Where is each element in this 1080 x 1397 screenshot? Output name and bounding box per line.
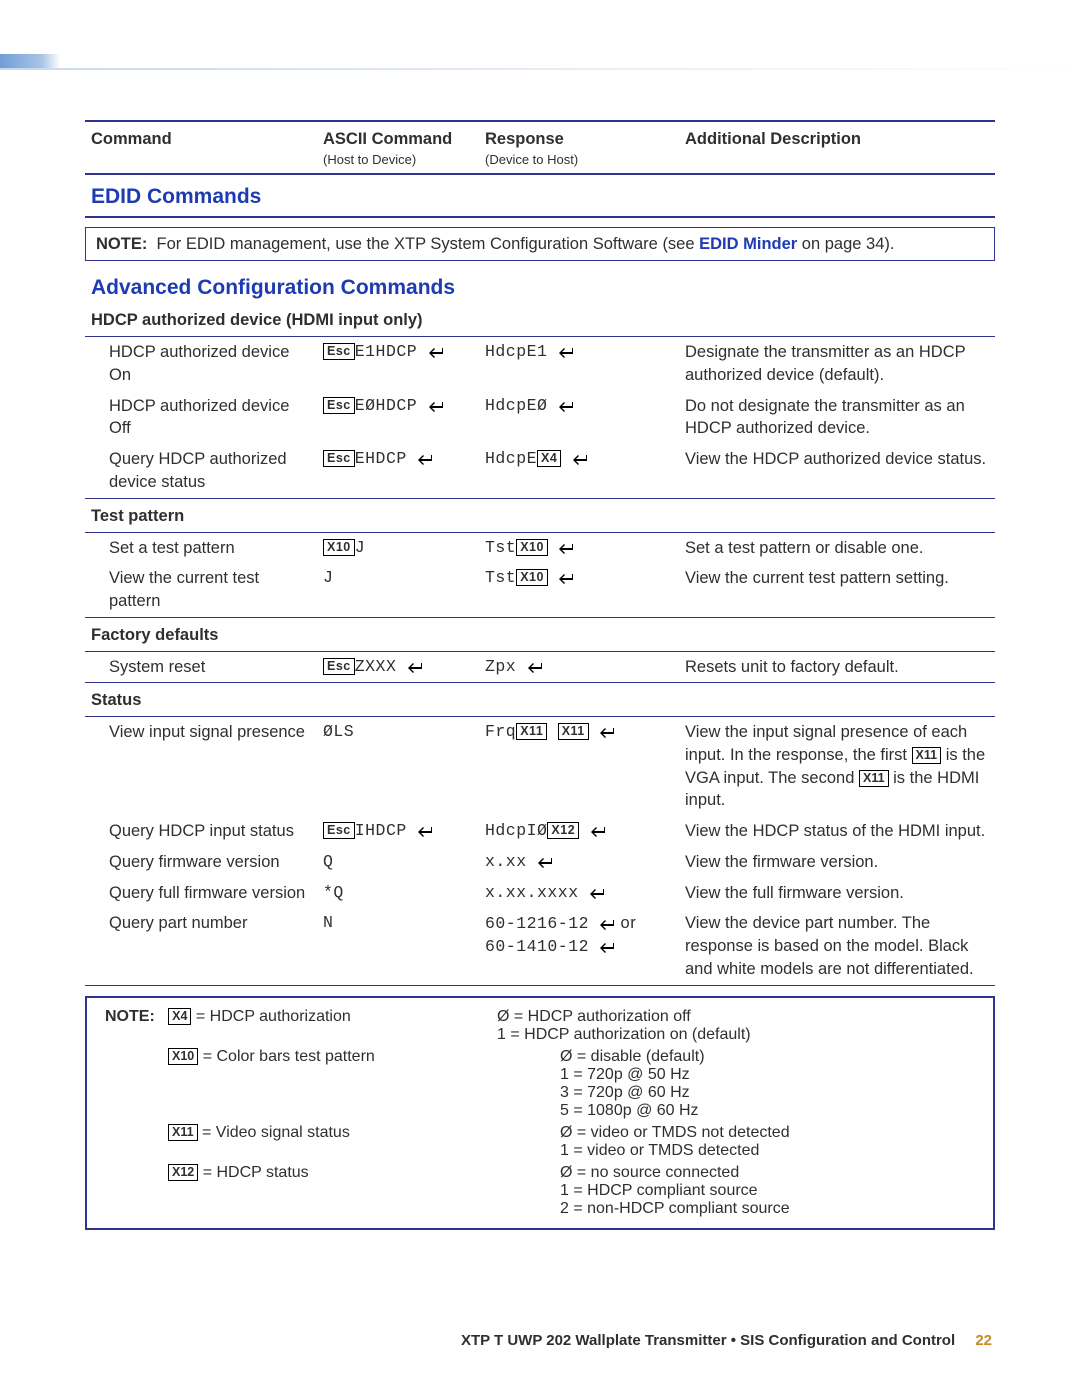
table-header-row: Command ASCII Command(Host to Device) Re… (85, 121, 995, 174)
x11-key: X11 (912, 747, 942, 764)
x10-key: X10 (516, 539, 548, 556)
return-icon (558, 542, 574, 554)
x12-key: X12 (168, 1164, 198, 1181)
x10-key: X10 (516, 569, 548, 586)
return-icon (590, 825, 606, 837)
footer-text: XTP T UWP 202 Wallplate Transmitter • SI… (461, 1332, 955, 1349)
x11-key: X11 (516, 723, 547, 740)
legend-label: NOTE: (105, 1008, 155, 1025)
return-icon (417, 453, 433, 465)
return-icon (428, 400, 444, 412)
col-command: Command (85, 121, 317, 174)
page-footer: XTP T UWP 202 Wallplate Transmitter • SI… (0, 1332, 1080, 1349)
x11-key: X11 (859, 770, 889, 787)
section-status: Status (85, 683, 995, 717)
col-ascii: ASCII Command(Host to Device) (317, 121, 479, 174)
section-test: Test pattern (85, 498, 995, 532)
return-icon (428, 346, 444, 358)
esc-key: Esc (323, 658, 355, 675)
header-accent (0, 54, 60, 68)
esc-key: Esc (323, 822, 355, 839)
return-icon (558, 346, 574, 358)
col-response: Response(Device to Host) (479, 121, 679, 174)
command-table: Command ASCII Command(Host to Device) Re… (85, 120, 995, 986)
x11-key: X11 (168, 1124, 198, 1141)
x12-key: X12 (547, 822, 579, 839)
row-hdcp-on: HDCP authorized device On EscE1HDCP Hdcp… (85, 337, 995, 391)
row-system-reset: System reset EscZXXX Zpx Resets unit to … (85, 651, 995, 683)
page: Command ASCII Command(Host to Device) Re… (0, 0, 1080, 1397)
row-part-number: Query part number N 60-1216-12 or 60-141… (85, 908, 995, 985)
link-edid-minder[interactable]: EDID Minder (699, 235, 797, 253)
row-set-test: Set a test pattern X10J TstX10 Set a tes… (85, 532, 995, 563)
col-additional: Additional Description (679, 121, 995, 174)
return-icon (417, 825, 433, 837)
x4-key: X4 (168, 1008, 191, 1025)
note-label: NOTE: (96, 235, 147, 253)
note-text: For EDID management, use the XTP System … (157, 235, 895, 253)
x4-key: X4 (537, 450, 561, 467)
return-icon (527, 661, 543, 673)
return-icon (599, 726, 615, 738)
row-fw-full: Query full firmware version *Q x.xx.xxxx… (85, 878, 995, 909)
esc-key: Esc (323, 397, 355, 414)
return-icon (407, 661, 423, 673)
return-icon (589, 887, 605, 899)
row-hdcp-off: HDCP authorized device Off EscEØHDCP Hdc… (85, 391, 995, 445)
x10-key: X10 (168, 1048, 198, 1065)
esc-key: Esc (323, 343, 355, 360)
x11-key: X11 (558, 723, 589, 740)
note-box: NOTE: For EDID management, use the XTP S… (85, 227, 995, 262)
x10-key: X10 (323, 539, 355, 556)
return-icon (558, 400, 574, 412)
row-hdcp-input: Query HDCP input status EscIHDCP HdcpIØX… (85, 816, 995, 847)
legend-box: NOTE: X4 = HDCP authorization Ø = HDCP a… (85, 996, 995, 1230)
section-factory: Factory defaults (85, 617, 995, 651)
header-accent-fade (0, 68, 1080, 70)
row-hdcp-query: Query HDCP authorized device status EscE… (85, 444, 995, 498)
section-edid: EDID Commands (85, 174, 995, 217)
return-icon (537, 856, 553, 868)
return-icon (572, 453, 588, 465)
section-advanced: Advanced Configuration Commands (85, 266, 995, 303)
page-number: 22 (975, 1332, 992, 1349)
return-icon (599, 941, 615, 953)
return-icon (599, 918, 615, 930)
row-input-presence: View input signal presence ØLS FrqX11 X1… (85, 717, 995, 817)
return-icon (558, 572, 574, 584)
esc-key: Esc (323, 450, 355, 467)
section-hdcp: HDCP authorized device (HDMI input only) (85, 303, 995, 336)
row-view-test: View the current test pattern J TstX10 V… (85, 563, 995, 617)
row-fw-version: Query firmware version Q x.xx View the f… (85, 847, 995, 878)
